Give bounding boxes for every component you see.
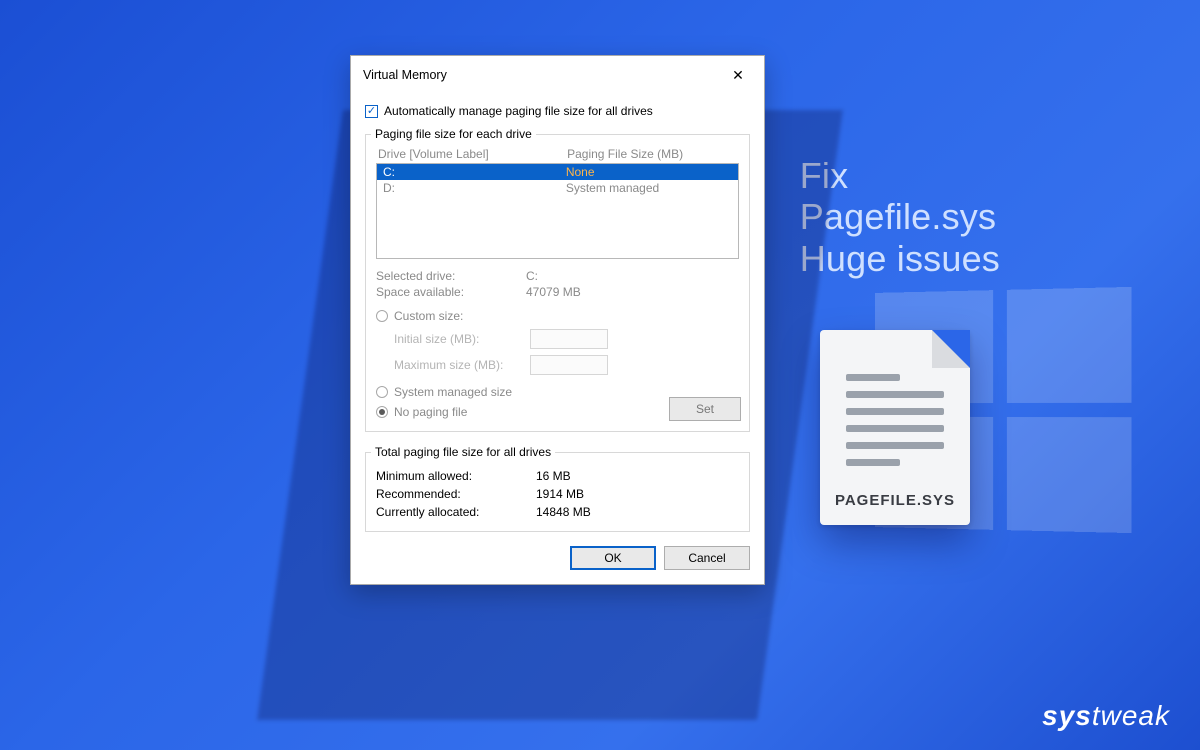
drive-list[interactable]: C: None D: System managed bbox=[376, 163, 739, 259]
current-label: Currently allocated: bbox=[376, 505, 536, 519]
radio-system-label: System managed size bbox=[394, 385, 512, 399]
radio-icon bbox=[376, 310, 388, 322]
auto-manage-label: Automatically manage paging file size fo… bbox=[384, 104, 653, 118]
maximum-size-input[interactable] bbox=[530, 355, 608, 375]
brand-part1: sys bbox=[1042, 700, 1092, 731]
space-available-row: Space available: 47079 MB bbox=[376, 285, 739, 299]
brand-part2: tweak bbox=[1092, 700, 1170, 731]
recommended-value: 1914 MB bbox=[536, 487, 584, 501]
drive-label: C: bbox=[383, 165, 566, 179]
virtual-memory-dialog: Virtual Memory ✕ ✓ Automatically manage … bbox=[350, 55, 765, 585]
space-available-label: Space available: bbox=[376, 285, 526, 299]
dialog-buttons: OK Cancel bbox=[351, 546, 764, 584]
auto-manage-row[interactable]: ✓ Automatically manage paging file size … bbox=[365, 104, 750, 118]
document-lines-icon bbox=[846, 374, 944, 466]
radio-custom-size[interactable]: Custom size: bbox=[376, 309, 739, 323]
radio-icon bbox=[376, 386, 388, 398]
initial-size-input[interactable] bbox=[530, 329, 608, 349]
close-button[interactable]: ✕ bbox=[722, 64, 754, 86]
drive-row[interactable]: C: None bbox=[377, 164, 738, 180]
current-value: 14848 MB bbox=[536, 505, 591, 519]
drive-size: System managed bbox=[566, 181, 732, 195]
set-button[interactable]: Set bbox=[669, 397, 741, 421]
systweak-logo: systweak bbox=[1042, 700, 1170, 732]
currently-allocated-row: Currently allocated: 14848 MB bbox=[376, 505, 739, 519]
header-size: Paging File Size (MB) bbox=[567, 147, 739, 161]
radio-icon bbox=[376, 406, 388, 418]
close-icon: ✕ bbox=[732, 67, 744, 84]
radio-none-label: No paging file bbox=[394, 405, 467, 419]
drives-group-title: Paging file size for each drive bbox=[371, 127, 536, 141]
header-drive: Drive [Volume Label] bbox=[378, 147, 567, 161]
min-allowed-value: 16 MB bbox=[536, 469, 571, 483]
drive-row[interactable]: D: System managed bbox=[377, 180, 738, 196]
pagefile-document-icon: PAGEFILE.SYS bbox=[820, 330, 970, 525]
selected-drive-label: Selected drive: bbox=[376, 269, 526, 283]
maximum-size-row: Maximum size (MB): bbox=[394, 355, 739, 375]
titlebar: Virtual Memory ✕ bbox=[351, 56, 764, 92]
initial-size-label: Initial size (MB): bbox=[394, 332, 524, 346]
recommended-label: Recommended: bbox=[376, 487, 536, 501]
dialog-title: Virtual Memory bbox=[363, 68, 447, 82]
totals-group: Total paging file size for all drives Mi… bbox=[365, 446, 750, 532]
min-allowed-row: Minimum allowed: 16 MB bbox=[376, 469, 739, 483]
cancel-button[interactable]: Cancel bbox=[664, 546, 750, 570]
min-allowed-label: Minimum allowed: bbox=[376, 469, 536, 483]
initial-size-row: Initial size (MB): bbox=[394, 329, 739, 349]
file-icon-label: PAGEFILE.SYS bbox=[820, 492, 970, 509]
space-available-value: 47079 MB bbox=[526, 285, 581, 299]
marketing-line: Huge issues bbox=[800, 238, 1000, 279]
drive-size: None bbox=[566, 165, 732, 179]
maximum-size-label: Maximum size (MB): bbox=[394, 358, 524, 372]
checkbox-icon: ✓ bbox=[365, 105, 378, 118]
selected-drive-row: Selected drive: C: bbox=[376, 269, 739, 283]
ok-button[interactable]: OK bbox=[570, 546, 656, 570]
totals-title: Total paging file size for all drives bbox=[371, 445, 555, 459]
recommended-row: Recommended: 1914 MB bbox=[376, 487, 739, 501]
drive-label: D: bbox=[383, 181, 566, 195]
radio-custom-label: Custom size: bbox=[394, 309, 463, 323]
drives-group: Paging file size for each drive Drive [V… bbox=[365, 128, 750, 432]
selected-drive-value: C: bbox=[526, 269, 538, 283]
drive-list-header: Drive [Volume Label] Paging File Size (M… bbox=[378, 147, 739, 161]
